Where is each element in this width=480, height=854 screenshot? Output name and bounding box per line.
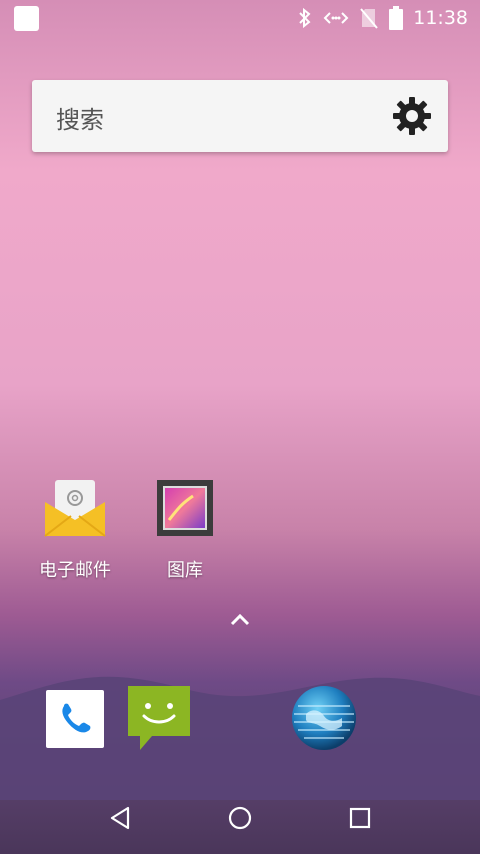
recents-icon[interactable] <box>346 804 374 832</box>
data-transfer-icon <box>323 12 349 24</box>
home-icon[interactable] <box>226 804 254 832</box>
gallery-icon <box>157 480 213 536</box>
phone-icon[interactable] <box>46 690 104 748</box>
app-gallery[interactable]: 图库 <box>130 476 240 582</box>
search-bar[interactable]: 搜索 <box>32 80 448 152</box>
bluetooth-icon <box>299 7 311 29</box>
no-sim-icon <box>360 8 378 29</box>
messaging-icon[interactable] <box>126 684 192 752</box>
app-label: 电子邮件 <box>39 560 111 581</box>
gear-icon[interactable] <box>392 96 432 136</box>
battery-icon <box>389 6 404 30</box>
browser-globe-icon[interactable] <box>290 684 358 752</box>
chevron-up-icon[interactable] <box>228 610 252 630</box>
back-icon[interactable] <box>106 804 134 832</box>
status-bar: 11:38 <box>0 0 480 36</box>
app-email[interactable]: 电子邮件 <box>20 476 130 582</box>
email-icon <box>44 480 106 537</box>
app-label: 图库 <box>167 560 203 581</box>
notification-square-icon <box>14 6 39 31</box>
search-input[interactable]: 搜索 <box>56 100 104 135</box>
navigation-bar <box>0 780 480 854</box>
clock: 11:38 <box>413 7 468 29</box>
